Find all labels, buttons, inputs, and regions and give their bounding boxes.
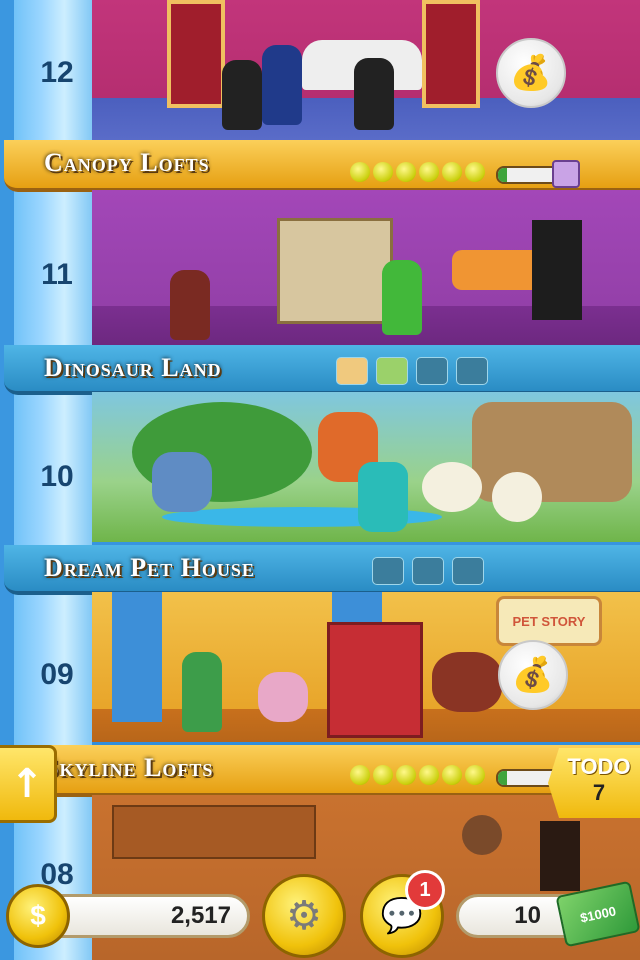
star-dot xyxy=(465,765,485,785)
stars-row xyxy=(350,765,485,785)
todo-label: TODO xyxy=(567,754,631,779)
todo-count: 7 xyxy=(592,780,606,805)
star-dot xyxy=(419,162,439,182)
floor-banner[interactable]: Canopy Lofts xyxy=(0,140,640,192)
floor-number: 11 xyxy=(41,258,73,291)
star-dot xyxy=(442,162,462,182)
floor-name: Skyline Lofts xyxy=(44,753,214,782)
star-dot xyxy=(396,765,416,785)
floor-number: 12 xyxy=(40,56,74,89)
doorway xyxy=(532,220,582,320)
bux-value: 10 xyxy=(514,902,541,929)
todo-button[interactable]: TODO 7 xyxy=(548,748,640,818)
stock-progress-bar xyxy=(496,166,560,184)
empty-slot xyxy=(416,357,448,385)
arrow-up-icon: ↑ xyxy=(10,761,44,807)
empty-slot xyxy=(372,557,404,585)
room-dinosaur-land-lobby[interactable] xyxy=(92,190,640,345)
kitchen-cabinets xyxy=(112,805,316,859)
dinosaur-icon xyxy=(376,357,408,385)
empty-slot xyxy=(452,557,484,585)
floor-name: Canopy Lofts xyxy=(44,148,210,177)
dino-egg xyxy=(422,462,482,512)
coins-value: 2,517 xyxy=(170,902,231,929)
star-dot xyxy=(373,162,393,182)
dino-egg xyxy=(492,472,542,522)
collect-money-bubble[interactable]: 💰 xyxy=(496,38,566,108)
floor-number: 09 xyxy=(40,658,74,691)
window-right xyxy=(422,0,480,108)
character-vampire-3[interactable] xyxy=(354,58,394,130)
money-bag-icon: 💰 xyxy=(509,54,553,92)
floor-number: 10 xyxy=(40,460,74,493)
collect-money-bubble[interactable]: 💰 xyxy=(498,640,568,710)
floor-banner[interactable]: Dream Pet House xyxy=(0,545,640,595)
window-left xyxy=(167,0,225,108)
character-vampire-1[interactable] xyxy=(222,60,262,130)
floor-banner[interactable]: Skyline Lofts xyxy=(0,745,640,797)
buy-bux-button[interactable]: $1000 xyxy=(555,880,640,948)
brown-bulldog[interactable] xyxy=(432,652,502,712)
star-dot xyxy=(442,765,462,785)
coin-icon: $ xyxy=(6,884,70,948)
stars-row xyxy=(350,162,485,182)
curtain-left xyxy=(112,592,162,722)
orange-sofa xyxy=(452,250,542,290)
star-dot xyxy=(419,765,439,785)
floor-name: Dinosaur Land xyxy=(44,353,222,382)
elevator-up-button[interactable]: ↑ xyxy=(0,745,57,823)
character-vampire-2[interactable] xyxy=(262,45,302,125)
settings-button[interactable]: ⚙ xyxy=(262,874,346,958)
floor-name: Dream Pet House xyxy=(44,553,255,582)
money-bag-icon: 💰 xyxy=(511,656,555,694)
item-slots xyxy=(372,557,484,585)
pet-shelf xyxy=(327,622,423,738)
blue-dinosaur[interactable] xyxy=(152,452,212,512)
floor-banner[interactable]: Dinosaur Land xyxy=(0,345,640,395)
bux-note-label: $1000 xyxy=(578,902,618,926)
item-slots xyxy=(336,357,488,385)
pet-story-sign: PET STORY xyxy=(496,596,602,646)
star-dot xyxy=(350,765,370,785)
star-dot xyxy=(396,162,416,182)
money-bag-icon xyxy=(336,357,368,385)
pink-poodle[interactable] xyxy=(258,672,308,722)
bottom-hud: 2,517 $ ⚙ 💬 10 $1000 xyxy=(0,870,640,960)
notification-badge: 1 xyxy=(405,870,445,910)
character-monkey[interactable] xyxy=(170,270,210,340)
empty-slot xyxy=(412,557,444,585)
gear-icon: ⚙ xyxy=(286,894,322,938)
star-dot xyxy=(373,765,393,785)
gift-box-icon xyxy=(552,160,580,188)
character-dino-costume[interactable] xyxy=(358,462,408,532)
empty-slot xyxy=(456,357,488,385)
character-blue-cap[interactable] xyxy=(182,652,222,732)
star-dot xyxy=(465,162,485,182)
star-dot xyxy=(350,162,370,182)
moose-head xyxy=(462,815,502,855)
bookcase xyxy=(277,218,393,324)
room-dinosaur-land[interactable] xyxy=(92,392,640,542)
character-green-hair[interactable] xyxy=(382,260,422,335)
